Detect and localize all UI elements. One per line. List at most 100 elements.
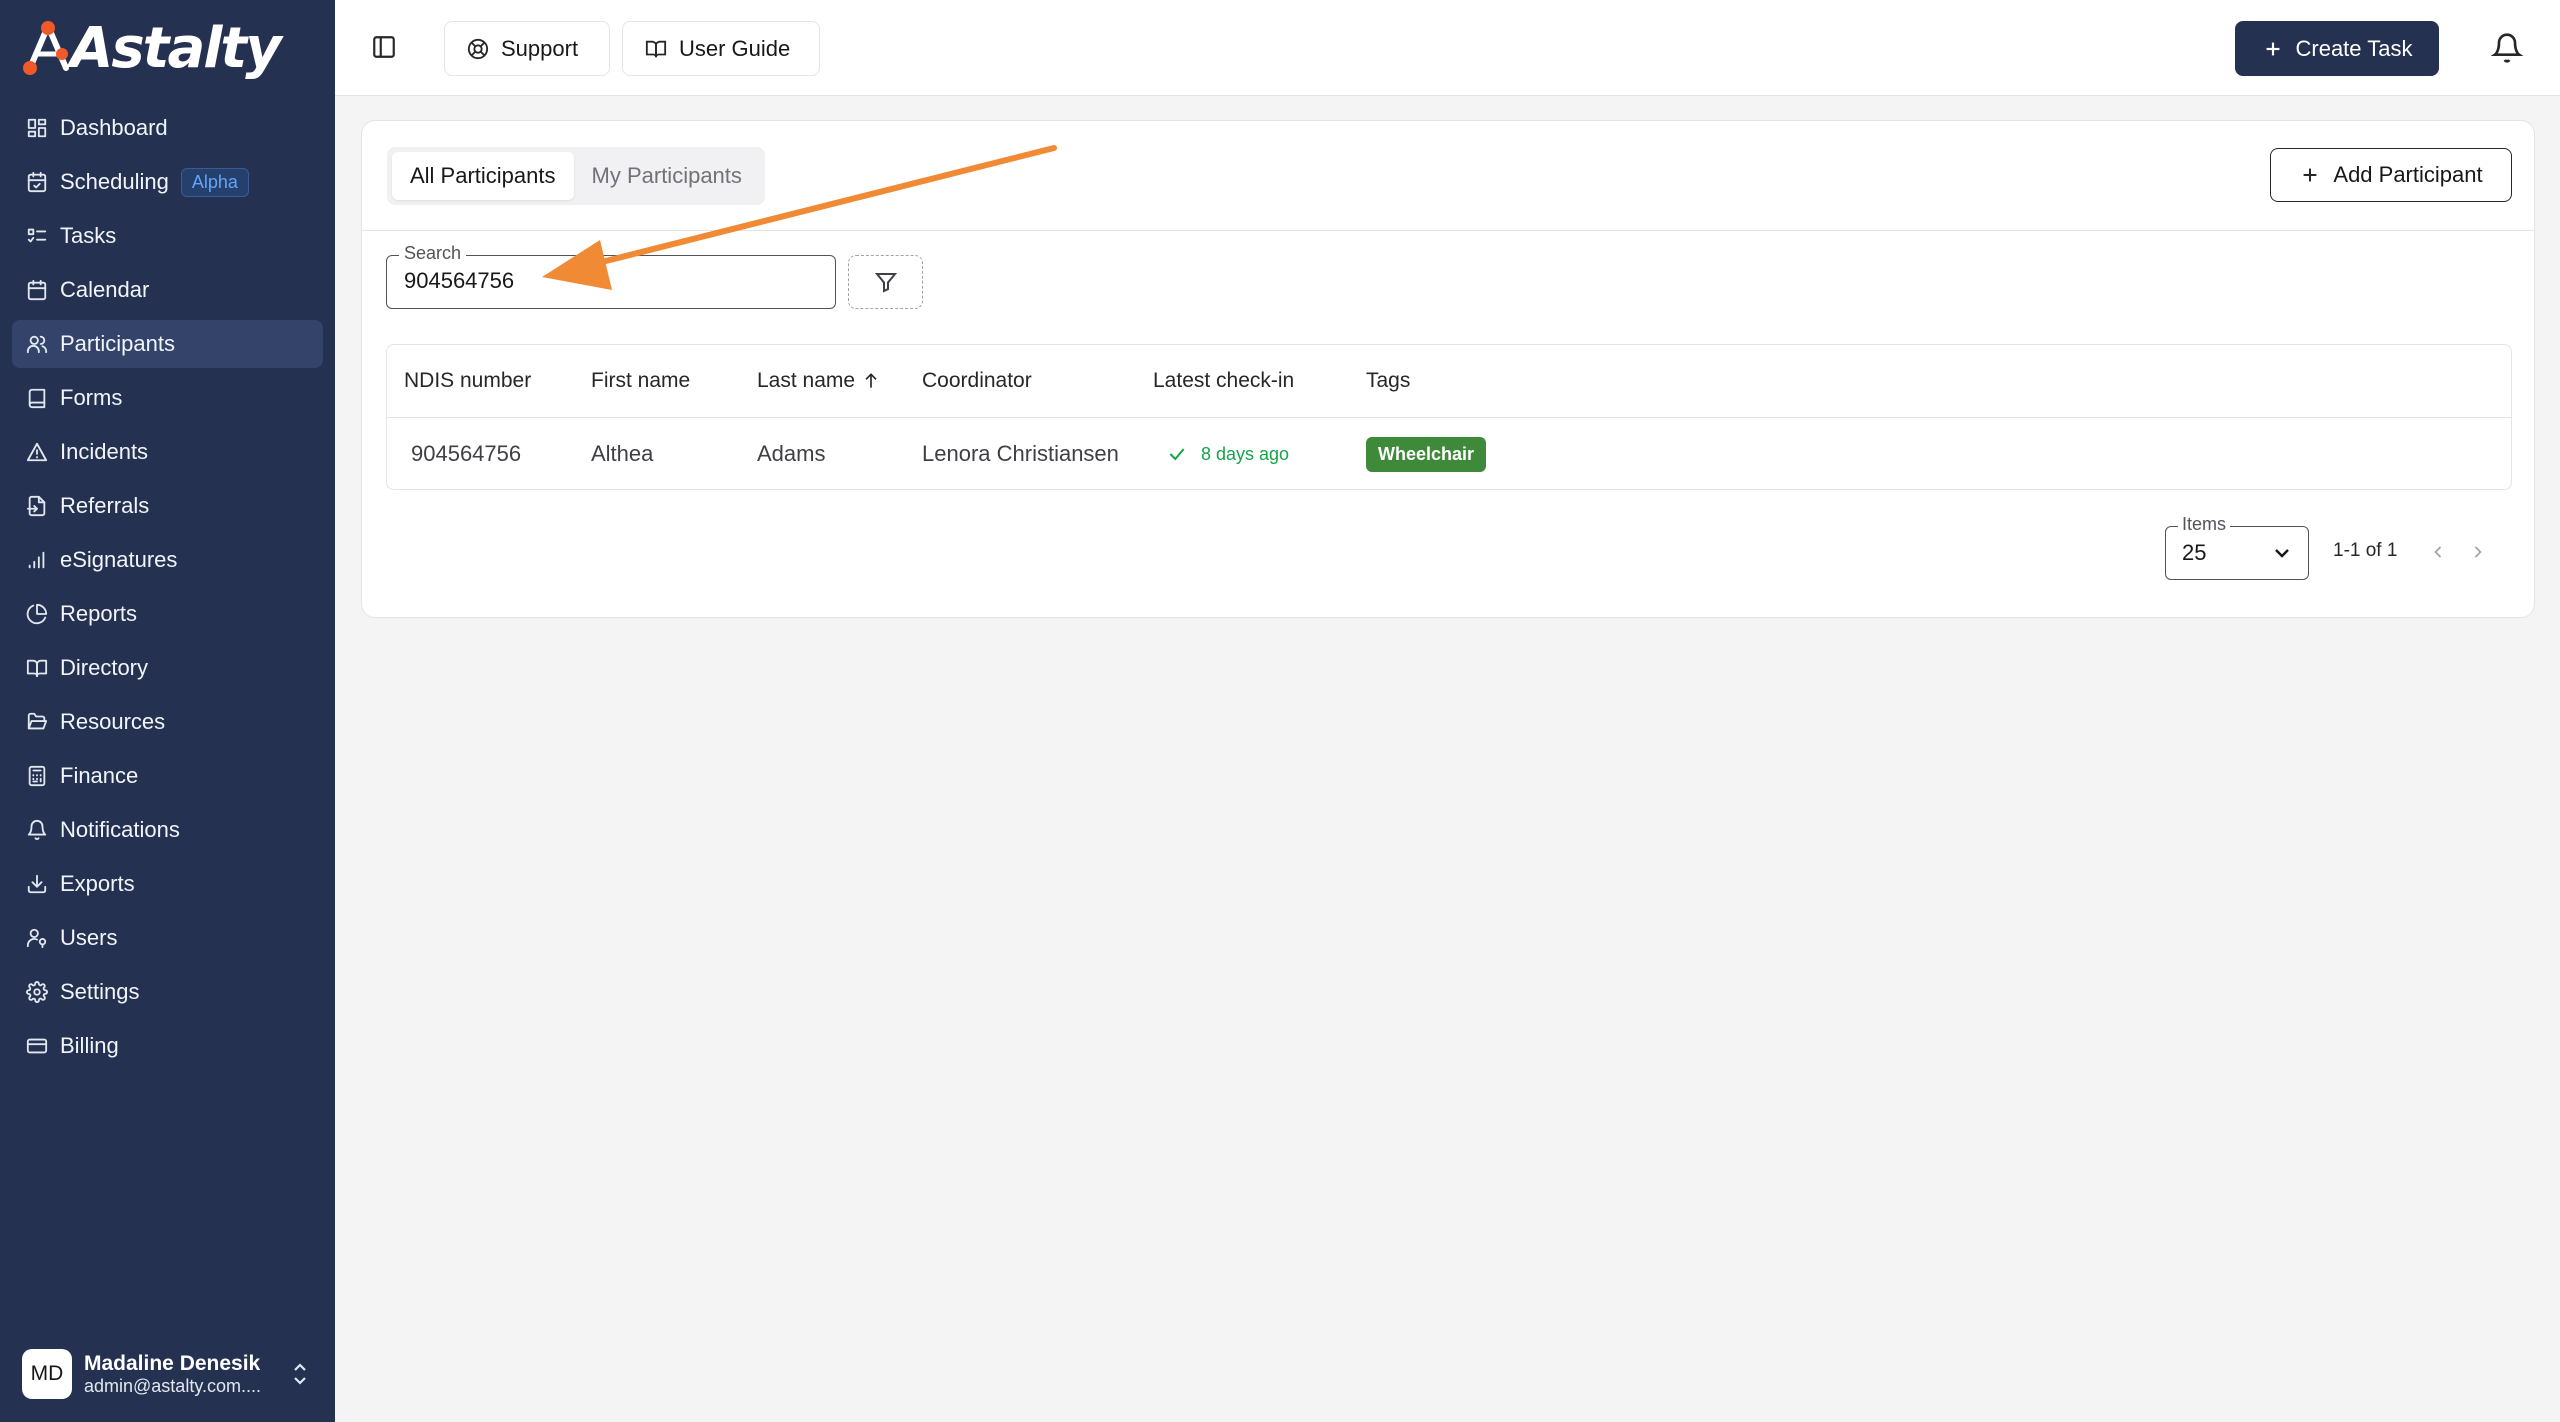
participants-table: NDIS number First name Last name Coordin…	[386, 344, 2512, 490]
column-header-first-name[interactable]: First name	[591, 345, 690, 417]
sidebar-item-label: Forms	[60, 385, 123, 410]
chevron-left-icon[interactable]	[2425, 539, 2451, 565]
sidebar-item-tasks[interactable]: Tasks	[12, 212, 323, 260]
participants-card: All Participants My Participants Add Par…	[361, 120, 2535, 618]
calendar-icon	[24, 277, 50, 303]
sidebar-item-label: Exports	[60, 871, 135, 896]
sidebar-item-incidents[interactable]: Incidents	[12, 428, 323, 476]
sidebar-item-billing[interactable]: Billing	[12, 1022, 323, 1070]
sidebar-item-resources[interactable]: Resources	[12, 698, 323, 746]
sidebar-item-users[interactable]: Users	[12, 914, 323, 962]
cell-latest-checkin: 8 days ago	[1167, 418, 1289, 490]
user-guide-button[interactable]: User Guide	[622, 21, 820, 76]
sidebar-item-label: Finance	[60, 763, 139, 788]
chevrons-up-down-icon	[288, 1359, 312, 1389]
sidebar-item-directory[interactable]: Directory	[12, 644, 323, 692]
sidebar-item-label: Tasks	[60, 223, 117, 248]
sidebar-item-esignatures[interactable]: eSignatures	[12, 536, 323, 584]
chevron-right-icon[interactable]	[2465, 539, 2491, 565]
sidebar-nav: Dashboard Scheduling Alpha Tasks Calenda…	[12, 104, 323, 1076]
filter-button[interactable]	[848, 255, 923, 309]
add-participant-label: Add Participant	[2333, 162, 2483, 187]
check-icon	[1169, 448, 1185, 461]
sort-ascending-arrow-icon	[865, 373, 877, 388]
sidebar-item-scheduling[interactable]: Scheduling Alpha	[12, 158, 323, 206]
sidebar-item-label: Participants	[60, 331, 175, 356]
sidebar-item-reports[interactable]: Reports	[12, 590, 323, 638]
tab-all-participants[interactable]: All Participants	[392, 152, 574, 200]
sidebar-item-forms[interactable]: Forms	[12, 374, 323, 422]
warning-triangle-icon	[24, 439, 50, 465]
filter-icon	[874, 273, 897, 293]
header-divider	[362, 230, 2534, 231]
create-task-button[interactable]: Create Task	[2235, 21, 2439, 76]
users-icon	[24, 331, 50, 357]
sidebar-item-finance[interactable]: Finance	[12, 752, 323, 800]
chevron-down-icon	[2270, 541, 2294, 565]
pagination-range: 1-1 of 1	[2333, 540, 2398, 561]
sidebar-item-exports[interactable]: Exports	[12, 860, 323, 908]
sidebar-item-label: Scheduling	[60, 169, 169, 194]
column-header-latest-checkin[interactable]: Latest check-in	[1153, 345, 1294, 417]
file-import-icon	[24, 493, 50, 519]
create-task-label: Create Task	[2295, 35, 2413, 61]
sidebar-item-settings[interactable]: Settings	[12, 968, 323, 1016]
cell-last-name: Adams	[757, 441, 826, 466]
sidebar-item-label: Resources	[60, 709, 166, 734]
items-value: 25	[2182, 540, 2207, 565]
cell-first-name: Althea	[591, 441, 654, 466]
gear-icon	[24, 979, 50, 1005]
search-field: Search	[386, 243, 836, 309]
notifications-bell-icon[interactable]	[2487, 28, 2527, 68]
add-participant-button[interactable]: Add Participant	[2270, 148, 2512, 202]
sidebar-item-calendar[interactable]: Calendar	[12, 266, 323, 314]
tab-my-participants[interactable]: My Participants	[574, 152, 760, 200]
sidebar-item-label: Incidents	[60, 439, 149, 464]
sidebar-item-label: eSignatures	[60, 547, 178, 572]
support-button[interactable]: Support	[444, 21, 610, 76]
user-email: admin@astalty.com....	[84, 1375, 261, 1396]
cell-tags: Wheelchair	[1366, 418, 1487, 490]
sidebar-toggle-icon[interactable]	[369, 32, 399, 62]
user-meta: Madaline Denesik admin@astalty.com....	[84, 1352, 288, 1397]
user-key-icon	[24, 925, 50, 951]
download-icon	[24, 871, 50, 897]
open-book-icon	[645, 40, 667, 57]
astalty-logo[interactable]: Astalty	[22, 18, 292, 80]
sidebar-item-label: Users	[60, 925, 118, 950]
sidebar-item-dashboard[interactable]: Dashboard	[12, 104, 323, 152]
sidebar-item-participants[interactable]: Participants	[12, 320, 323, 368]
credit-card-icon	[24, 1033, 50, 1059]
calculator-icon	[24, 763, 50, 789]
sidebar-item-label: Billing	[60, 1033, 119, 1058]
support-label: Support	[501, 35, 579, 61]
sidebar-item-referrals[interactable]: Referrals	[12, 482, 323, 530]
sidebar-item-label: Referrals	[60, 493, 150, 518]
items-per-page-select[interactable]: Items 25	[2165, 514, 2309, 580]
cell-ndis: 904564756	[411, 441, 522, 466]
items-label: Items	[2178, 514, 2231, 535]
column-header-label: Last name	[757, 369, 856, 392]
sidebar: Astalty Dashboard Scheduling Alpha Tasks…	[0, 0, 335, 1422]
column-header-last-name[interactable]: Last name	[757, 345, 881, 417]
sidebar-item-label: Directory	[60, 655, 149, 680]
signal-bars-icon	[24, 547, 50, 573]
lifebuoy-icon	[467, 38, 489, 59]
search-input[interactable]	[404, 268, 824, 294]
user-menu[interactable]: MD Madaline Denesik admin@astalty.com...…	[22, 1346, 312, 1402]
sidebar-item-label: Settings	[60, 979, 140, 1004]
column-header-coordinator[interactable]: Coordinator	[922, 345, 1032, 417]
folder-open-icon	[24, 709, 50, 735]
calendar-check-icon	[24, 169, 50, 195]
user-guide-label: User Guide	[679, 35, 791, 61]
sidebar-item-notifications[interactable]: Notifications	[12, 806, 323, 854]
dashboard-icon	[24, 115, 50, 141]
sidebar-item-label: Notifications	[60, 817, 180, 842]
cell-coordinator: Lenora Christiansen	[922, 441, 1119, 466]
alpha-badge: Alpha	[180, 167, 249, 197]
column-header-ndis[interactable]: NDIS number	[404, 345, 531, 417]
avatar: MD	[22, 1349, 72, 1399]
list-todo-icon	[24, 223, 50, 249]
column-header-tags[interactable]: Tags	[1366, 345, 1410, 417]
open-book-icon	[24, 655, 50, 681]
